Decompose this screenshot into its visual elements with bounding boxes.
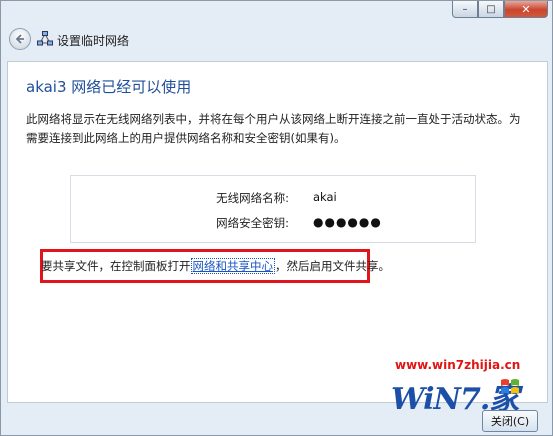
adhoc-network-icon (37, 31, 53, 46)
windows-flag-icon (501, 379, 519, 394)
maximize-button[interactable]: □ (478, 1, 504, 18)
share-suffix: ，然后启用文件共享。 (275, 259, 390, 273)
network-name-label: 无线网络名称: (216, 191, 289, 205)
file-sharing-text: 要共享文件，在控制面板打开 网络和共享中心 ，然后启用文件共享。 (41, 258, 390, 274)
back-arrow-icon[interactable] (9, 28, 31, 50)
dialog-window: – □ ✕ 设置临时网络 akai3 网络已经可以使用 此网络将显示在无线网络列… (0, 0, 553, 436)
close-button[interactable]: 关闭(C) (482, 410, 538, 432)
dialog-header: 设置临时网络 (1, 23, 552, 57)
network-name-value: akai (313, 190, 337, 204)
caption-buttons: – □ ✕ (452, 1, 548, 18)
content-panel: akai3 网络已经可以使用 此网络将显示在无线网络列表中，并将在每个用户从该网… (7, 61, 548, 403)
network-info-box: 无线网络名称: akai 网络安全密钥: ●●●●●● (70, 175, 476, 243)
security-key-row: 网络安全密钥: ●●●●●● (71, 215, 475, 233)
back-arrow-glyph (15, 34, 24, 44)
security-key-value: ●●●●●● (313, 215, 382, 229)
share-prefix: 要共享文件，在控制面板打开 (41, 259, 191, 273)
window-title: 设置临时网络 (57, 34, 130, 48)
watermark-url: www.win7zhijia.cn (395, 358, 521, 372)
description-text: 此网络将显示在无线网络列表中，并将在每个用户从该网络上断开连接之前一直处于活动状… (26, 112, 521, 145)
close-window-button[interactable]: ✕ (504, 1, 548, 18)
minimize-button[interactable]: – (452, 1, 478, 18)
network-name-row: 无线网络名称: akai (71, 190, 475, 208)
security-key-label: 网络安全密钥: (216, 216, 289, 230)
network-sharing-center-link[interactable]: 网络和共享中心 (190, 258, 275, 274)
page-heading: akai3 网络已经可以使用 (26, 78, 192, 96)
